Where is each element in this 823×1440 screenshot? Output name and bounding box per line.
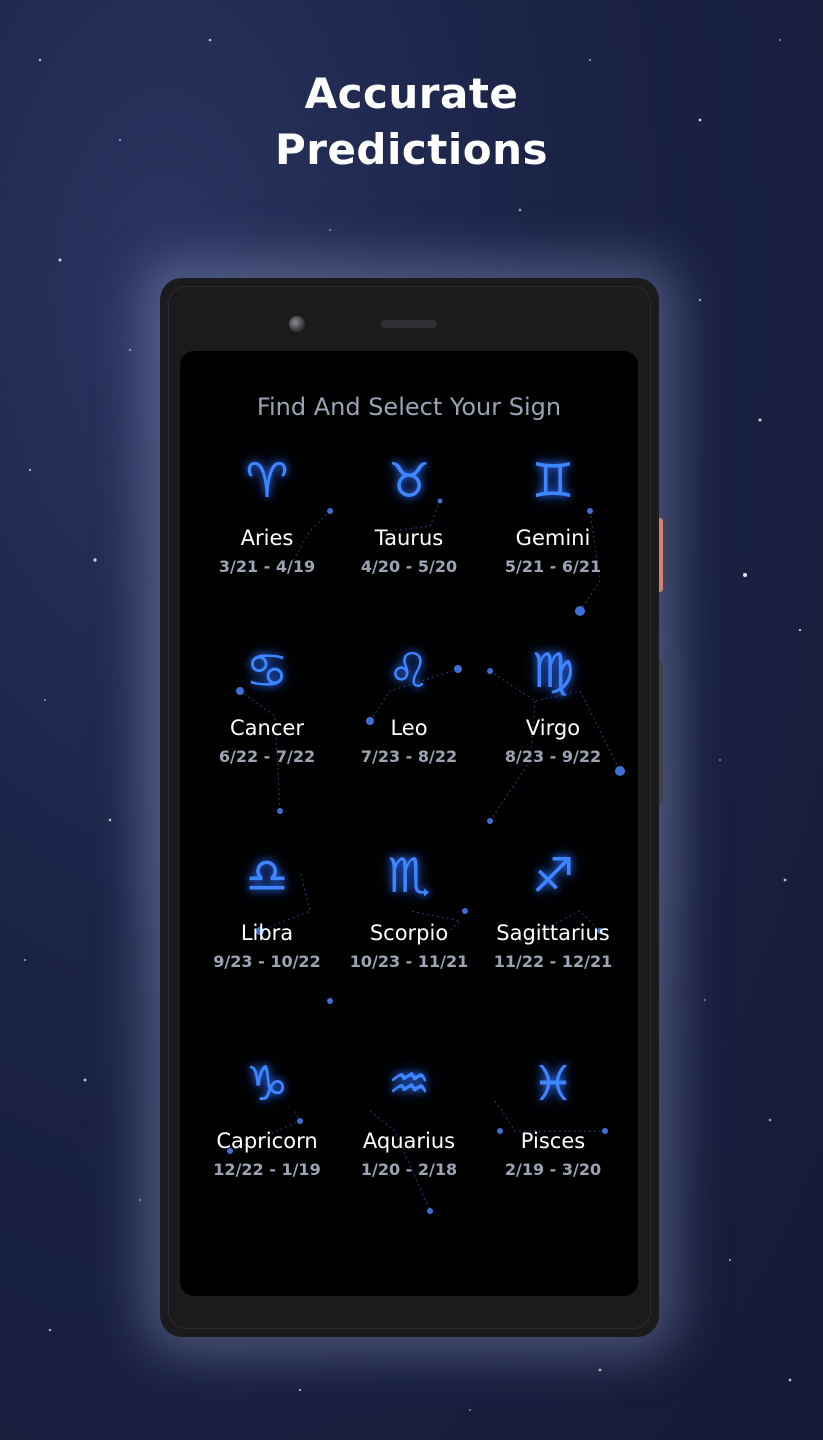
taurus-icon: ♉︎ (387, 453, 431, 509)
capricorn-icon: ♑︎ (245, 1056, 289, 1112)
gemini-icon: ♊︎ (531, 453, 575, 509)
pisces-icon: ♓︎ (531, 1056, 575, 1112)
headline: Accurate Predictions (0, 66, 823, 178)
sign-item-gemini[interactable]: ♊︎ Gemini 5/21 - 6/21 (478, 451, 628, 577)
sign-name: Capricorn (216, 1129, 318, 1153)
sign-name: Scorpio (369, 921, 449, 945)
aquarius-icon: ♒︎ (387, 1056, 431, 1112)
sign-name: Virgo (525, 716, 581, 740)
sign-dates: 2/19 - 3/20 (504, 1160, 602, 1179)
sign-item-capricorn[interactable]: ♑︎ Capricorn 12/22 - 1/19 (192, 1054, 342, 1180)
sign-name: Aquarius (362, 1129, 456, 1153)
sign-item-aquarius[interactable]: ♒︎ Aquarius 1/20 - 2/18 (334, 1054, 484, 1180)
screen-title: Find And Select Your Sign (256, 393, 562, 421)
sign-dates: 3/21 - 4/19 (218, 557, 316, 576)
sign-item-pisces[interactable]: ♓︎ Pisces 2/19 - 3/20 (478, 1054, 628, 1180)
cancer-icon: ♋︎ (245, 643, 289, 699)
sign-name: Cancer (230, 716, 304, 740)
sign-name: Leo (390, 716, 428, 740)
sign-name: Libra (240, 921, 294, 945)
sign-name: Pisces (520, 1129, 586, 1153)
sign-name: Gemini (515, 526, 591, 550)
sign-name: Taurus (374, 526, 444, 550)
sign-item-sagittarius[interactable]: ♐︎ Sagittarius 11/22 - 12/21 (478, 846, 628, 972)
sign-item-taurus[interactable]: ♉︎ Taurus 4/20 - 5/20 (334, 451, 484, 577)
sign-dates: 7/23 - 8/22 (360, 747, 458, 766)
sign-item-aries[interactable]: ♈︎ Aries 3/21 - 4/19 (192, 451, 342, 577)
sign-dates: 12/22 - 1/19 (213, 1160, 321, 1179)
sign-item-virgo[interactable]: ♍︎ Virgo 8/23 - 9/22 (478, 641, 628, 767)
sign-dates: 5/21 - 6/21 (504, 557, 602, 576)
leo-icon: ♌︎ (387, 643, 431, 699)
headline-line-2: Predictions (274, 125, 549, 174)
sign-dates: 10/23 - 11/21 (349, 952, 469, 971)
virgo-icon: ♍︎ (531, 643, 575, 699)
sign-item-cancer[interactable]: ♋︎ Cancer 6/22 - 7/22 (192, 641, 342, 767)
sign-dates: 4/20 - 5/20 (360, 557, 458, 576)
aries-icon: ♈︎ (245, 453, 289, 509)
sign-item-scorpio[interactable]: ♏︎ Scorpio 10/23 - 11/21 (334, 846, 484, 972)
sign-dates: 8/23 - 9/22 (504, 747, 602, 766)
phone-mockup: Find And Select Your Sign ♈︎ Aries 3/21 … (160, 278, 659, 1337)
sign-name: Aries (240, 526, 294, 550)
earpiece-speaker (381, 320, 437, 328)
front-camera (289, 316, 305, 332)
sign-dates: 11/22 - 12/21 (493, 952, 613, 971)
sagittarius-icon: ♐︎ (531, 848, 575, 904)
libra-icon: ♎︎ (245, 848, 289, 904)
sign-item-libra[interactable]: ♎︎ Libra 9/23 - 10/22 (192, 846, 342, 972)
sign-dates: 6/22 - 7/22 (218, 747, 316, 766)
phone-screen: Find And Select Your Sign ♈︎ Aries 3/21 … (180, 351, 638, 1296)
scorpio-icon: ♏︎ (387, 848, 431, 904)
sign-dates: 1/20 - 2/18 (360, 1160, 458, 1179)
sign-item-leo[interactable]: ♌︎ Leo 7/23 - 8/22 (334, 641, 484, 767)
sign-dates: 9/23 - 10/22 (213, 952, 321, 971)
headline-line-1: Accurate (304, 69, 519, 118)
sign-name: Sagittarius (496, 921, 610, 945)
